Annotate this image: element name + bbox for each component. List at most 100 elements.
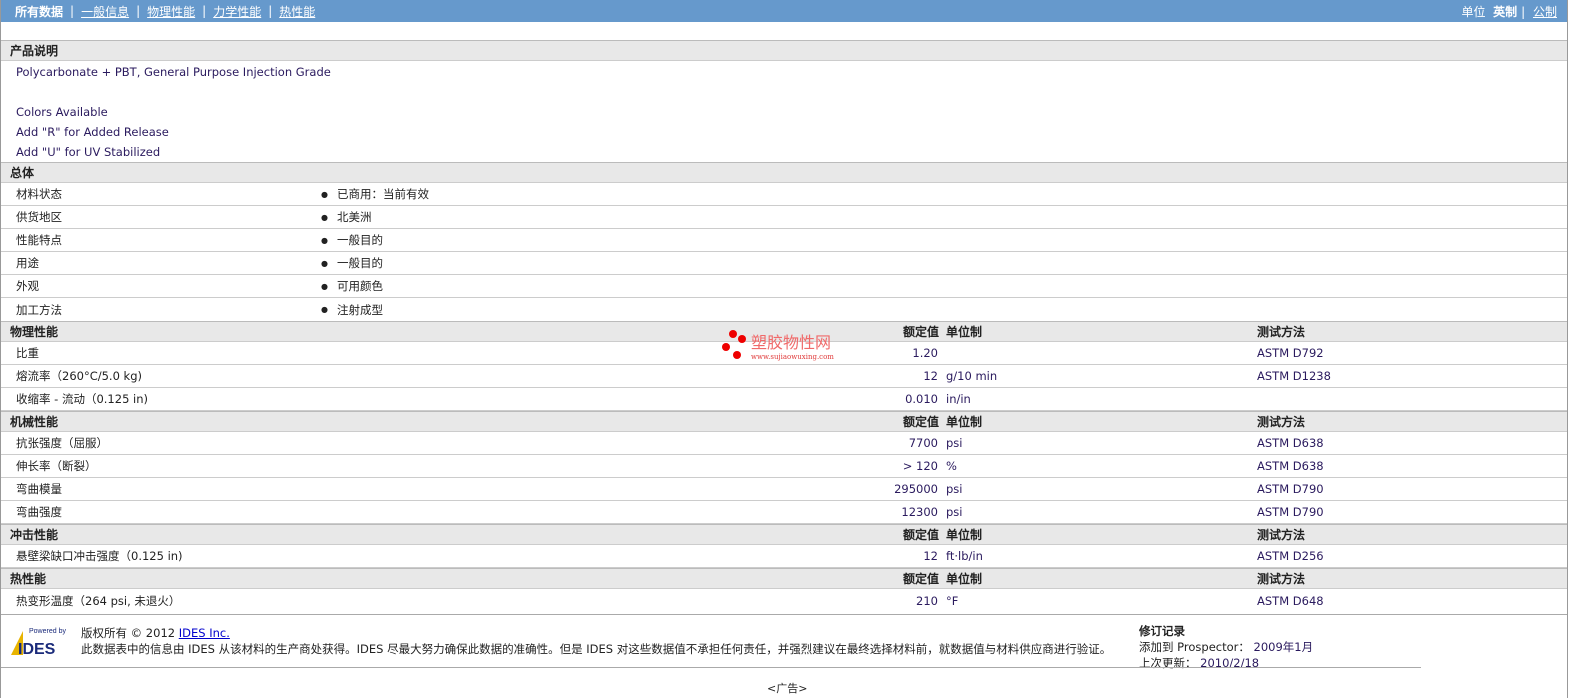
- ides-link[interactable]: IDES Inc.: [179, 626, 230, 640]
- svg-text:塑胶物性网: 塑胶物性网: [751, 333, 831, 352]
- product-description: Polycarbonate + PBT, General Purpose Inj…: [1, 61, 1567, 162]
- general-row: 外观 ● 可用颜色: [1, 275, 1567, 298]
- unit-metric[interactable]: 公制: [1533, 5, 1557, 19]
- section-header: 冲击性能 额定值 单位制 测试方法: [1, 524, 1567, 545]
- method-header: 测试方法: [1257, 528, 1306, 542]
- property-unit: °F: [946, 593, 959, 608]
- property-row: 伸长率（断裂） > 120% ASTM D638: [1, 455, 1567, 478]
- nav-all-data[interactable]: 所有数据: [15, 3, 63, 20]
- svg-text:Powered by: Powered by: [29, 628, 66, 635]
- property-row: 悬壁梁缺口冲击强度（0.125 in) 12 ft·lb/in ASTM D256: [1, 545, 1567, 568]
- property-row: 熔流率（260°C/5.0 kg) 12 g/10 min ASTM D1238: [1, 365, 1567, 388]
- unit-header: 单位制: [946, 528, 983, 542]
- nav-general[interactable]: 一般信息: [81, 3, 129, 20]
- property-label: 加工方法: [16, 302, 62, 317]
- property-value: 210: [916, 593, 938, 608]
- section-header: 热性能 额定值 单位制 测试方法: [1, 568, 1567, 589]
- method-header: 测试方法: [1257, 572, 1306, 586]
- general-row: 加工方法 ● 注射成型: [1, 298, 1567, 321]
- svg-text:IDES: IDES: [18, 641, 56, 657]
- section-title: 冲击性能: [10, 528, 59, 542]
- property-unit: ft·lb/in: [946, 549, 983, 563]
- description-line: Colors Available: [16, 105, 108, 119]
- nominal-header: 额定值: [902, 528, 939, 542]
- property-label: 悬壁梁缺口冲击强度（0.125 in): [16, 549, 183, 563]
- section-header: 机械性能 额定值 单位制 测试方法: [1, 411, 1567, 432]
- property-value: 12300: [901, 505, 938, 519]
- property-label: 比重: [16, 346, 39, 360]
- property-label: 性能特点: [16, 233, 62, 247]
- nav-thermal[interactable]: 热性能: [279, 3, 315, 20]
- section-header-general: 总体: [1, 162, 1567, 183]
- nominal-header: 额定值: [902, 415, 939, 429]
- property-label: 供货地区: [16, 210, 62, 224]
- footer: Powered by IDES 版权所有 © 2012 IDES Inc. 此数…: [1, 614, 1567, 674]
- method-header: 测试方法: [1257, 415, 1306, 429]
- property-row: 抗张强度（屈服） 7700 psi ASTM D638: [1, 432, 1567, 455]
- test-method: ASTM D1238: [1257, 369, 1331, 383]
- property-value: 一般目的: [337, 233, 383, 247]
- section-title: 热性能: [10, 572, 47, 586]
- unit-header: 单位制: [946, 325, 983, 339]
- property-label: 热变形温度（264 psi, 未退火）: [16, 593, 181, 608]
- section-title: 机械性能: [10, 415, 59, 429]
- general-row: 性能特点 ● 一般目的: [1, 229, 1567, 252]
- copyright: 版权所有 © 2012: [81, 626, 176, 640]
- property-label: 伸长率（断裂）: [16, 459, 97, 473]
- bullet-icon: ●: [321, 281, 328, 291]
- divider: [1, 667, 1421, 668]
- property-label: 外观: [16, 279, 39, 293]
- property-row: 弯曲强度 12300 psi ASTM D790: [1, 501, 1567, 524]
- revision-history: 修订记录 添加到 Prospector： 2009年1月 上次更新： 2010/…: [1139, 624, 1314, 670]
- general-row: 用途 ● 一般目的: [1, 252, 1567, 275]
- property-value: 7700: [908, 436, 938, 450]
- property-unit: psi: [946, 505, 963, 519]
- property-value: 一般目的: [337, 256, 383, 270]
- bullet-icon: ●: [321, 235, 328, 245]
- svg-text:www.sujiaowuxing.com: www.sujiaowuxing.com: [751, 353, 834, 361]
- property-label: 用途: [16, 256, 39, 270]
- unit-header: 单位制: [946, 572, 983, 586]
- property-label: 材料状态: [16, 187, 62, 201]
- unit-header: 单位制: [946, 415, 983, 429]
- bullet-icon: ●: [321, 189, 328, 199]
- property-value: 1.20: [912, 346, 938, 360]
- property-value: 0.010: [905, 392, 938, 406]
- property-value: > 120: [902, 459, 938, 473]
- bullet-icon: ●: [321, 305, 328, 314]
- general-row: 材料状态 ● 已商用：当前有效: [1, 183, 1567, 206]
- ides-logo: Powered by IDES: [11, 628, 66, 657]
- description-line: Add "R" for Added Release: [16, 125, 169, 139]
- nav-mechanical[interactable]: 力学性能: [213, 3, 261, 20]
- general-row: 供货地区 ● 北美洲: [1, 206, 1567, 229]
- property-value: 可用颜色: [337, 279, 383, 293]
- property-unit: in/in: [946, 392, 971, 406]
- property-value: 12: [923, 369, 938, 383]
- property-row: 热变形温度（264 psi, 未退火） 210 °F ASTM D648: [1, 589, 1567, 612]
- nominal-header: 额定值: [902, 325, 939, 339]
- property-value: 注射成型: [337, 302, 383, 317]
- unit-english[interactable]: 英制: [1493, 5, 1517, 19]
- nominal-header: 额定值: [902, 572, 939, 586]
- property-unit: g/10 min: [946, 369, 998, 383]
- property-value: 12: [923, 549, 938, 563]
- property-label: 弯曲模量: [16, 482, 62, 496]
- test-method: ASTM D638: [1257, 459, 1324, 473]
- bullet-icon: ●: [321, 212, 328, 222]
- property-value: 已商用：当前有效: [337, 187, 429, 201]
- ad-label: <广告>: [767, 682, 808, 695]
- nav-physical[interactable]: 物理性能: [147, 3, 195, 20]
- top-nav: 所有数据 | 一般信息 | 物理性能 | 力学性能 | 热性能 单位 英制 | 公制: [1, 0, 1567, 22]
- description-line: [16, 82, 1567, 102]
- test-method: ASTM D792: [1257, 346, 1324, 360]
- unit-label: 单位: [1461, 4, 1486, 19]
- test-method: ASTM D790: [1257, 505, 1324, 519]
- bullet-icon: ●: [321, 258, 328, 268]
- watermark-logo: 塑胶物性网 www.sujiaowuxing.com: [722, 330, 834, 361]
- property-label: 收缩率 - 流动（0.125 in): [16, 392, 149, 406]
- test-method: ASTM D256: [1257, 549, 1324, 563]
- property-label: 抗张强度（屈服）: [16, 436, 108, 450]
- disclaimer: 此数据表中的信息由 IDES 从该材料的生产商处获得。IDES 尽最大努力确保此…: [81, 642, 1112, 656]
- property-label: 弯曲强度: [16, 505, 62, 519]
- section-header-description: 产品说明: [1, 40, 1567, 61]
